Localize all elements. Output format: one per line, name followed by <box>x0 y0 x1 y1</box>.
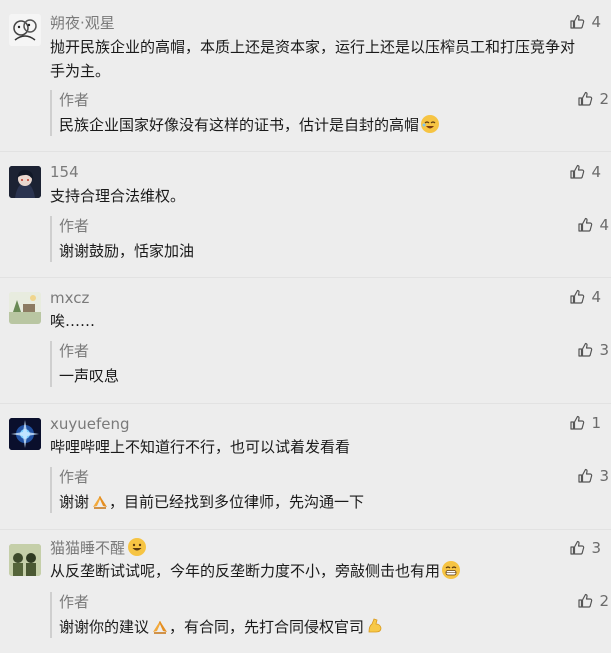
author-reply: 作者 谢谢 ，目前已经找到多位律师，先沟通一下 3 <box>50 467 609 513</box>
like-count: 4 <box>591 163 601 181</box>
commenter-name[interactable]: 朔夜·观星 <box>50 12 115 33</box>
thumbs-up-icon <box>569 14 585 30</box>
like-count: 2 <box>599 592 609 610</box>
commenter-name[interactable]: mxcz <box>50 289 89 307</box>
grinning-emoji-icon <box>442 561 461 579</box>
comment-item: 猫猫睡不醒 3 从反垄断试试呢，今年的反垄断力度不小，旁敲侧击也有用 作者 谢谢… <box>0 530 611 653</box>
comment-text: 哔哩哔哩上不知道行不行，也可以试着发看看 <box>50 438 351 456</box>
like-button[interactable]: 2 <box>577 90 609 108</box>
like-count: 3 <box>591 539 601 557</box>
flexed-biceps-emoji-icon <box>366 617 384 635</box>
like-count: 1 <box>591 414 601 432</box>
avatar[interactable] <box>9 418 41 450</box>
thumbs-up-icon <box>569 415 585 431</box>
thumbs-up-icon <box>577 468 593 484</box>
avatar[interactable] <box>9 14 41 46</box>
comment-item: xuyuefeng 1 哔哩哔哩上不知道行不行，也可以试着发看看 作者 谢谢 ，目… <box>0 404 611 530</box>
reply-author-label: 作者 <box>59 593 90 611</box>
like-button[interactable]: 1 <box>569 414 601 432</box>
author-reply: 作者 民族企业国家好像没有这样的证书，估计是自封的高帽 2 <box>50 90 609 136</box>
commenter-name[interactable]: 猫猫睡不醒 <box>50 537 147 558</box>
reply-text: 谢谢你的建议 ，有合同，先打合同侵权官司 <box>59 616 590 638</box>
laughing-emoji-icon <box>421 115 440 133</box>
like-button[interactable]: 4 <box>577 216 609 234</box>
praying-hands-emoji-icon <box>91 492 109 510</box>
comment-item: 朔夜·观星 4 抛开民族企业的高帽，本质上还是资本家，运行上还是以压榨员工和打压… <box>0 0 611 152</box>
reply-author-label: 作者 <box>59 91 90 109</box>
thumbs-up-icon <box>569 540 585 556</box>
reply-text: 民族企业国家好像没有这样的证书，估计是自封的高帽 <box>59 114 590 136</box>
author-reply: 作者 谢谢鼓励，恬家加油 4 <box>50 216 609 262</box>
thumbs-up-icon <box>577 342 593 358</box>
reply-text: 一声叹息 <box>59 367 120 385</box>
like-count: 3 <box>599 467 609 485</box>
reply-author-label: 作者 <box>59 342 90 360</box>
thumbs-up-icon <box>577 593 593 609</box>
avatar[interactable] <box>9 292 41 324</box>
praying-hands-emoji-icon <box>151 617 169 635</box>
like-count: 2 <box>599 90 609 108</box>
grinning-emoji-icon <box>128 538 147 556</box>
comment-text: 唉…… <box>50 312 96 330</box>
avatar[interactable] <box>9 544 41 576</box>
like-button[interactable]: 4 <box>569 13 601 31</box>
thumbs-up-icon <box>569 289 585 305</box>
thumbs-up-icon <box>569 164 585 180</box>
author-reply: 作者 一声叹息 3 <box>50 341 609 387</box>
thumbs-up-icon <box>577 91 593 107</box>
thumbs-up-icon <box>577 217 593 233</box>
comment-text: 抛开民族企业的高帽，本质上还是资本家，运行上还是以压榨员工和打压竞争对手为主。 <box>50 38 576 80</box>
commenter-name[interactable]: xuyuefeng <box>50 415 130 433</box>
author-reply: 作者 谢谢你的建议 ，有合同，先打合同侵权官司 2 <box>50 592 609 638</box>
reply-text: 谢谢 ，目前已经找到多位律师，先沟通一下 <box>59 492 365 511</box>
reply-author-label: 作者 <box>59 217 90 235</box>
avatar[interactable] <box>9 166 41 198</box>
like-button[interactable]: 4 <box>569 288 601 306</box>
comment-text: 支持合理合法维权。 <box>50 187 186 205</box>
like-count: 3 <box>599 341 609 359</box>
like-button[interactable]: 3 <box>569 539 601 557</box>
reply-text: 谢谢鼓励，恬家加油 <box>59 242 195 260</box>
like-button[interactable]: 3 <box>577 341 609 359</box>
like-button[interactable]: 2 <box>577 592 609 610</box>
like-count: 4 <box>599 216 609 234</box>
like-count: 4 <box>591 288 601 306</box>
comment-item: 154 4 支持合理合法维权。 作者 谢谢鼓励，恬家加油 4 <box>0 152 611 278</box>
like-button[interactable]: 4 <box>569 163 601 181</box>
commenter-name[interactable]: 154 <box>50 163 79 181</box>
like-button[interactable]: 3 <box>577 467 609 485</box>
reply-author-label: 作者 <box>59 468 90 486</box>
comment-item: mxcz 4 唉…… 作者 一声叹息 3 <box>0 278 611 404</box>
comment-text: 从反垄断试试呢，今年的反垄断力度不小，旁敲侧击也有用 <box>50 560 580 583</box>
like-count: 4 <box>591 13 601 31</box>
